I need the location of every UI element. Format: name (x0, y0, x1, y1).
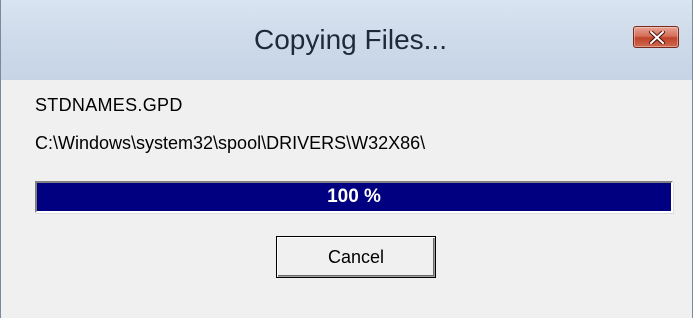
window-title: Copying Files... (254, 24, 447, 55)
dialog-body: STDNAMES.GPD C:\Windows\system32\spool\D… (1, 80, 692, 318)
copy-progress-bar: 100 % (35, 181, 673, 213)
cancel-button[interactable]: Cancel (276, 236, 436, 278)
progress-percent-label: 100 % (327, 186, 381, 207)
title-bar[interactable]: Copying Files... (1, 0, 692, 80)
copying-files-dialog: Copying Files... STDNAMES.GPD C:\Windows… (0, 0, 693, 318)
current-file-name: STDNAMES.GPD (35, 95, 183, 115)
close-icon (649, 31, 665, 44)
destination-path: C:\Windows\system32\spool\DRIVERS\W32X86… (35, 133, 426, 153)
close-button[interactable] (633, 26, 679, 48)
